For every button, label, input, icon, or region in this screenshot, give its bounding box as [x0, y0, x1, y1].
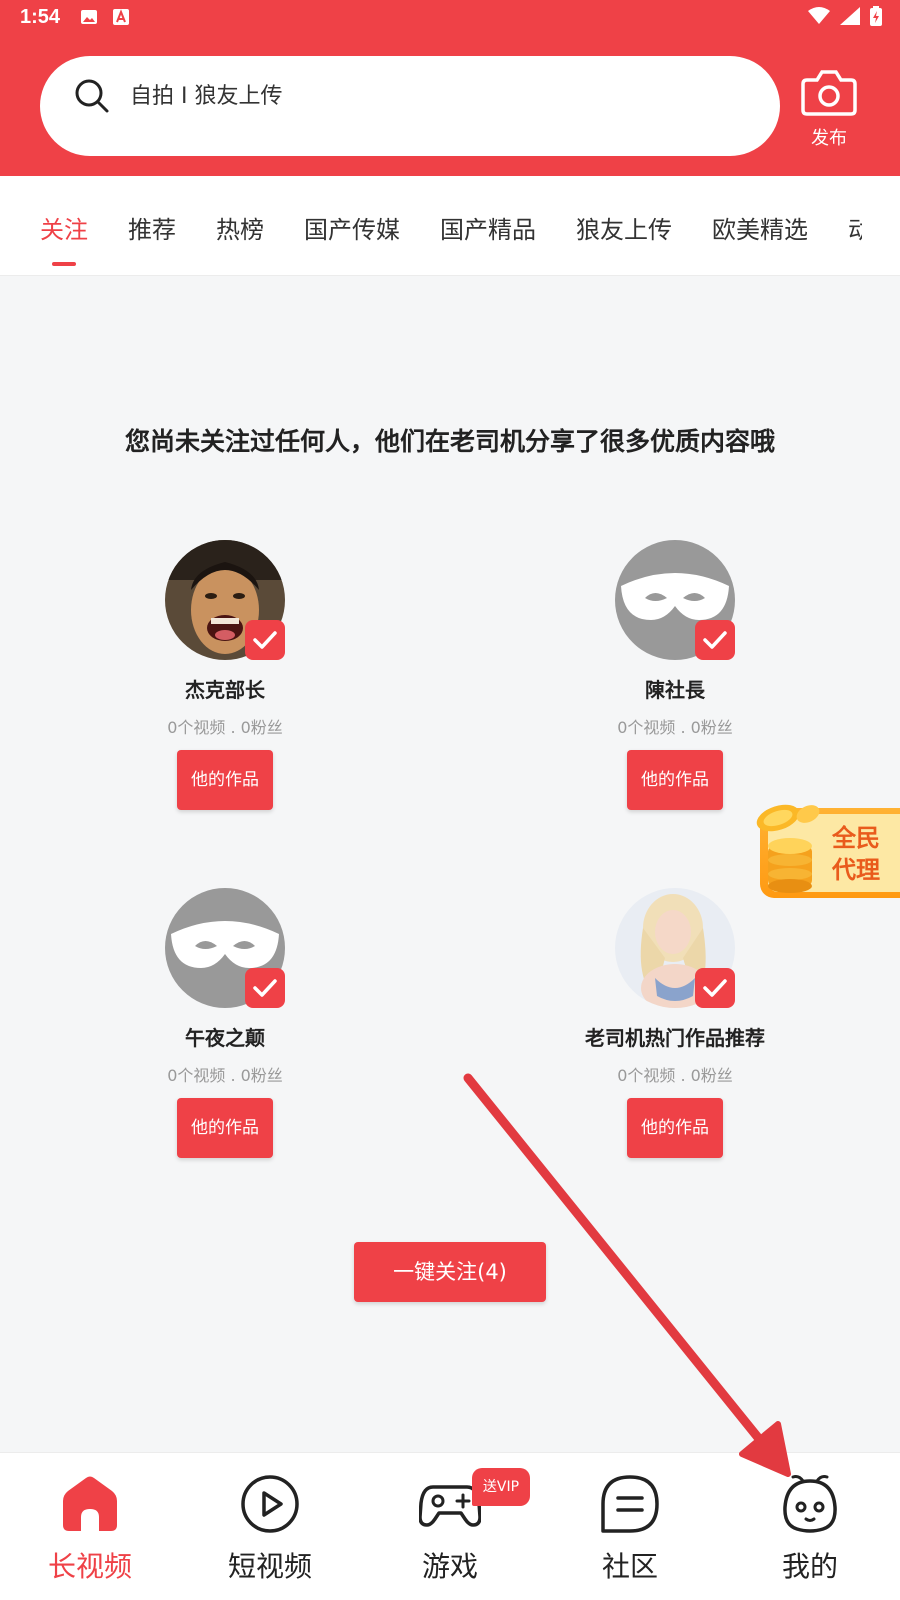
status-right	[808, 6, 882, 26]
agent-line2: 代理	[832, 856, 880, 884]
bottom-nav: 长视频 短视频 游戏 社区 我的	[0, 1452, 900, 1600]
search-icon	[75, 79, 109, 113]
user-card: 杰克部长 0个视频 . 0粉丝 他的作品	[75, 540, 375, 810]
play-icon	[241, 1475, 299, 1533]
wifi-icon	[808, 7, 830, 24]
search-text[interactable]: 自拍 I 狼友上传	[130, 78, 282, 110]
tab-domestic-media[interactable]: 国产传媒	[304, 210, 400, 245]
nav-label: 长视频	[47, 1550, 132, 1583]
chat-icon	[601, 1475, 659, 1533]
image-notification-icon	[81, 10, 97, 24]
tab-domestic-select[interactable]: 国产精品	[440, 210, 536, 245]
send-vip-badge: 送VIP	[472, 1468, 530, 1506]
nav-short-video[interactable]: 短视频	[180, 1473, 360, 1585]
user-name: 陳社長	[645, 678, 705, 702]
nav-long-video[interactable]: 长视频	[0, 1473, 180, 1585]
status-time: 1:54	[20, 6, 61, 28]
user-stats: 0个视频 . 0粉丝	[167, 1066, 283, 1085]
status-bar: 1:54	[0, 0, 900, 36]
nav-label: 我的	[781, 1550, 838, 1583]
agent-line1: 全民	[832, 824, 880, 852]
top-header: 1:54 自拍 I 狼友上传 发布	[0, 0, 900, 176]
home-icon	[63, 1476, 117, 1531]
publish-button[interactable]: 发布	[796, 68, 862, 150]
selected-check-icon[interactable]	[695, 968, 735, 1008]
agent-promo-badge[interactable]: 全民 代理	[750, 800, 900, 902]
his-works-button[interactable]: 他的作品	[177, 1098, 273, 1158]
gold-coins-icon	[756, 804, 820, 893]
signal-icon	[840, 7, 860, 25]
nav-mine[interactable]: 我的	[720, 1473, 900, 1585]
selected-check-icon[interactable]	[245, 620, 285, 660]
user-name: 老司机热门作品推荐	[585, 1026, 765, 1050]
publish-label: 发布	[811, 128, 847, 149]
nav-community[interactable]: 社区	[540, 1473, 720, 1585]
camera-icon	[801, 70, 857, 116]
nav-label: 短视频	[227, 1550, 312, 1583]
app-notification-icon	[113, 9, 129, 25]
active-tab-indicator	[52, 262, 76, 266]
battery-icon	[870, 6, 882, 26]
nav-label: 社区	[601, 1550, 658, 1583]
user-name: 杰克部长	[185, 678, 265, 702]
user-card: 陳社長 0个视频 . 0粉丝 他的作品	[525, 540, 825, 810]
user-stats: 0个视频 . 0粉丝	[167, 718, 283, 737]
user-card: 午夜之颠 0个视频 . 0粉丝 他的作品	[75, 888, 375, 1158]
user-card: 老司机热门作品推荐 0个视频 . 0粉丝 他的作品	[525, 888, 825, 1158]
user-name: 午夜之颠	[185, 1026, 265, 1050]
empty-follow-prompt: 您尚未关注过任何人，他们在老司机分享了很多优质内容哦	[124, 427, 775, 456]
his-works-button[interactable]: 他的作品	[177, 750, 273, 810]
user-stats: 0个视频 . 0粉丝	[617, 718, 733, 737]
tab-hot[interactable]: 热榜	[216, 210, 264, 245]
tab-user-upload[interactable]: 狼友上传	[576, 210, 672, 245]
tab-western-select[interactable]: 欧美精选	[712, 210, 808, 245]
selected-check-icon[interactable]	[245, 968, 285, 1008]
follow-all-button[interactable]: 一键关注(4)	[354, 1242, 546, 1302]
selected-check-icon[interactable]	[695, 620, 735, 660]
tab-more-partial[interactable]: 动	[848, 210, 862, 245]
category-tabs: 关注 推荐 热榜 国产传媒 国产精品 狼友上传 欧美精选 动	[0, 176, 900, 276]
user-stats: 0个视频 . 0粉丝	[617, 1066, 733, 1085]
profile-icon	[783, 1475, 837, 1533]
agent-badge-text: 全民 代理	[832, 822, 880, 886]
his-works-button[interactable]: 他的作品	[627, 750, 723, 810]
his-works-button[interactable]: 他的作品	[627, 1098, 723, 1158]
tab-follow[interactable]: 关注	[40, 210, 88, 245]
nav-label: 游戏	[421, 1550, 478, 1583]
tab-recommend[interactable]: 推荐	[128, 210, 176, 245]
